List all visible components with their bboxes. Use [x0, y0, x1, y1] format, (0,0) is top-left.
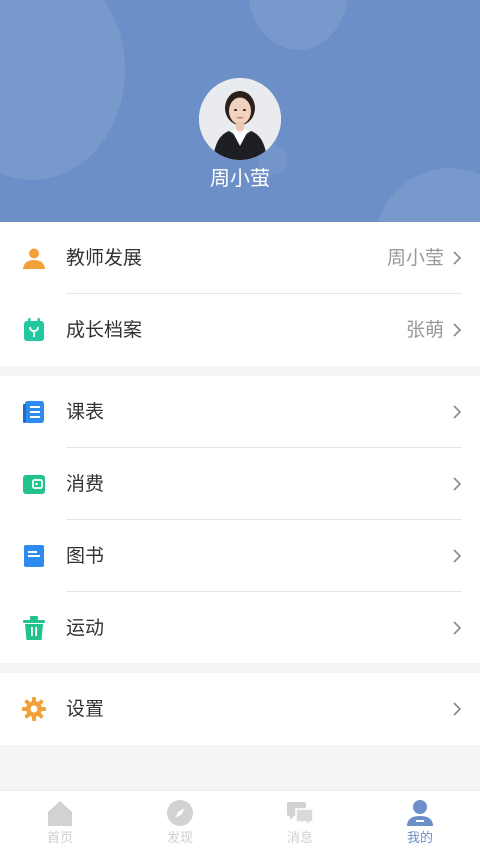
- bottom-tab-bar: 首页 发现 消息 我的: [0, 790, 480, 854]
- person-icon: [23, 248, 45, 269]
- menu-item-label: 课表: [66, 401, 105, 423]
- tab-messages[interactable]: 消息: [240, 791, 360, 854]
- avatar-portrait-image: [199, 78, 281, 160]
- menu-item-sports[interactable]: 运动: [0, 592, 480, 664]
- chevron-right-icon: [453, 702, 462, 716]
- avatar[interactable]: [199, 78, 281, 160]
- header-decor-circle: [0, 0, 125, 180]
- tab-discover[interactable]: 发现: [120, 791, 240, 854]
- chevron-right-icon: [453, 323, 462, 337]
- gear-icon: [22, 697, 46, 721]
- chevron-right-icon: [453, 251, 462, 265]
- menu-group-settings: 设置: [0, 673, 480, 745]
- menu-item-label: 图书: [66, 545, 105, 567]
- menu-item-growth-record[interactable]: 成长档案 张萌: [0, 294, 480, 366]
- header-decor-circle: [248, 0, 348, 50]
- chevron-right-icon: [453, 621, 462, 635]
- compass-icon: [167, 800, 193, 826]
- chevron-right-icon: [453, 549, 462, 563]
- menu-item-consumption[interactable]: 消费: [0, 448, 480, 520]
- menu-item-value: 周小莹: [386, 247, 444, 269]
- menu-item-label: 消费: [66, 473, 105, 495]
- tab-label: 首页: [46, 831, 73, 846]
- menu-item-schedule[interactable]: 课表: [0, 376, 480, 448]
- trash-bin-icon: [23, 616, 45, 640]
- tab-label: 我的: [406, 831, 433, 846]
- menu-group-profile: 教师发展 周小莹 成长档案 张萌: [0, 222, 480, 366]
- menu-item-label: 运动: [66, 617, 105, 639]
- tab-mine[interactable]: 我的: [360, 791, 480, 854]
- menu-item-label: 设置: [66, 698, 105, 720]
- tab-label: 发现: [166, 831, 193, 846]
- tab-home[interactable]: 首页: [0, 791, 120, 854]
- user-icon: [407, 800, 433, 826]
- menu-item-label: 成长档案: [66, 319, 143, 341]
- chevron-right-icon: [453, 477, 462, 491]
- menu-item-settings[interactable]: 设置: [0, 673, 480, 745]
- menu-group-services: 课表 消费 图书 运动: [0, 376, 480, 663]
- home-icon: [48, 801, 72, 826]
- schedule-book-icon: [23, 401, 44, 423]
- menu-item-teacher-development[interactable]: 教师发展 周小莹: [0, 222, 480, 294]
- chat-bubbles-icon: [287, 802, 314, 827]
- user-name: 周小萤: [210, 166, 270, 190]
- profile-header: 周小萤: [0, 0, 480, 222]
- menu-item-books[interactable]: 图书: [0, 520, 480, 592]
- book-icon: [24, 545, 44, 567]
- menu-item-label: 教师发展: [66, 247, 143, 269]
- tab-label: 消息: [286, 831, 313, 846]
- menu-item-value: 张萌: [405, 319, 444, 341]
- chevron-right-icon: [453, 405, 462, 419]
- calendar-sprout-icon: [24, 318, 44, 341]
- wallet-icon: [23, 475, 45, 494]
